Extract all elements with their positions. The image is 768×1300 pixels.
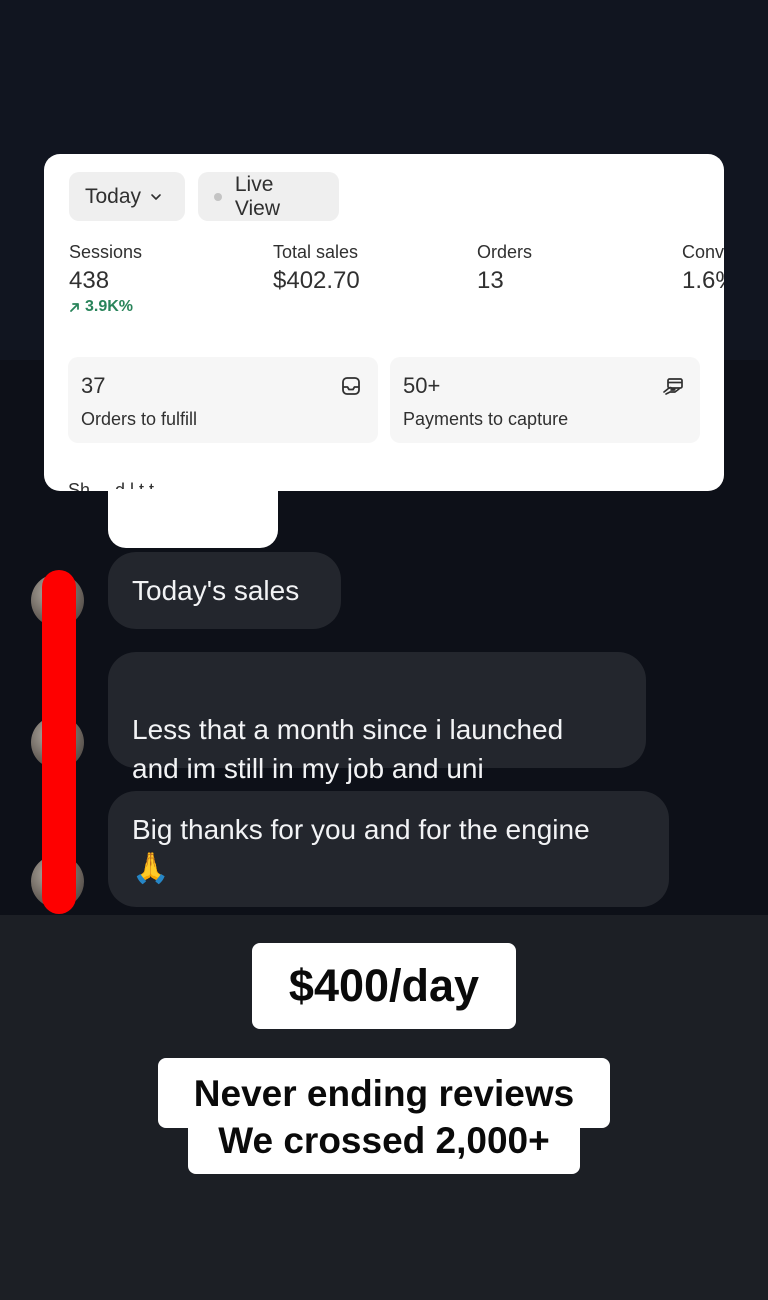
chat-message: Big thanks for you and for the engine 🙏 [108, 791, 669, 907]
live-view-label: Live View [234, 172, 281, 220]
date-filter-button[interactable]: Today [69, 172, 185, 221]
payments-to-capture-card[interactable]: 50+ Payments to capture [390, 357, 700, 443]
message-text: Today's sales [132, 575, 300, 606]
chat-message: Today's sales [108, 552, 341, 629]
task-count: 50+ [403, 373, 441, 398]
date-filter-label: Today [85, 184, 142, 208]
metric-orders[interactable]: Orders 13 [477, 241, 532, 297]
live-status-dot [214, 192, 222, 201]
caption-price: $400/day [252, 943, 516, 1029]
metric-delta-value: 3.9K% [85, 298, 134, 315]
metric-value: 1.6% [682, 267, 724, 294]
metric-value: 438 [69, 267, 110, 294]
image-message-bubble [108, 489, 278, 548]
message-text: Big thanks for you and for the engine [132, 814, 590, 845]
chat-message: Less that a month since i launched and i… [108, 652, 646, 784]
task-count: 37 [81, 373, 106, 398]
redaction-mark [42, 570, 76, 914]
arrow-up-right-icon [70, 302, 79, 312]
task-label: Payments to capture [403, 409, 569, 429]
metric-value: 13 [477, 267, 504, 294]
metric-label: Orders [477, 242, 533, 262]
analytics-card: Today Live View Sessions 438 3.9K% Total… [44, 154, 724, 491]
metric-sessions[interactable]: Sessions 438 3.9K% [69, 241, 142, 317]
orders-to-fulfill-card[interactable]: 37 Orders to fulfill [68, 357, 378, 443]
metric-label: Total sales [273, 242, 359, 262]
chevron-down-icon [151, 193, 161, 200]
live-view-button[interactable]: Live View [198, 172, 339, 221]
metric-conversion[interactable]: Conv 1.6% [682, 241, 724, 297]
inbox-icon [342, 377, 360, 395]
metric-label: Sessions [69, 242, 143, 262]
metric-total-sales[interactable]: Total sales $402.70 [273, 241, 360, 297]
hand-payment-icon [663, 378, 683, 395]
metric-value: $402.70 [273, 267, 360, 294]
praying-hands-emoji: 🙏 [132, 852, 170, 885]
metric-label: Conv [682, 242, 724, 262]
caption-crossed: We crossed 2,000+ [188, 1115, 580, 1174]
task-label: Orders to fulfill [81, 409, 198, 429]
metric-delta: 3.9K% [69, 297, 142, 317]
